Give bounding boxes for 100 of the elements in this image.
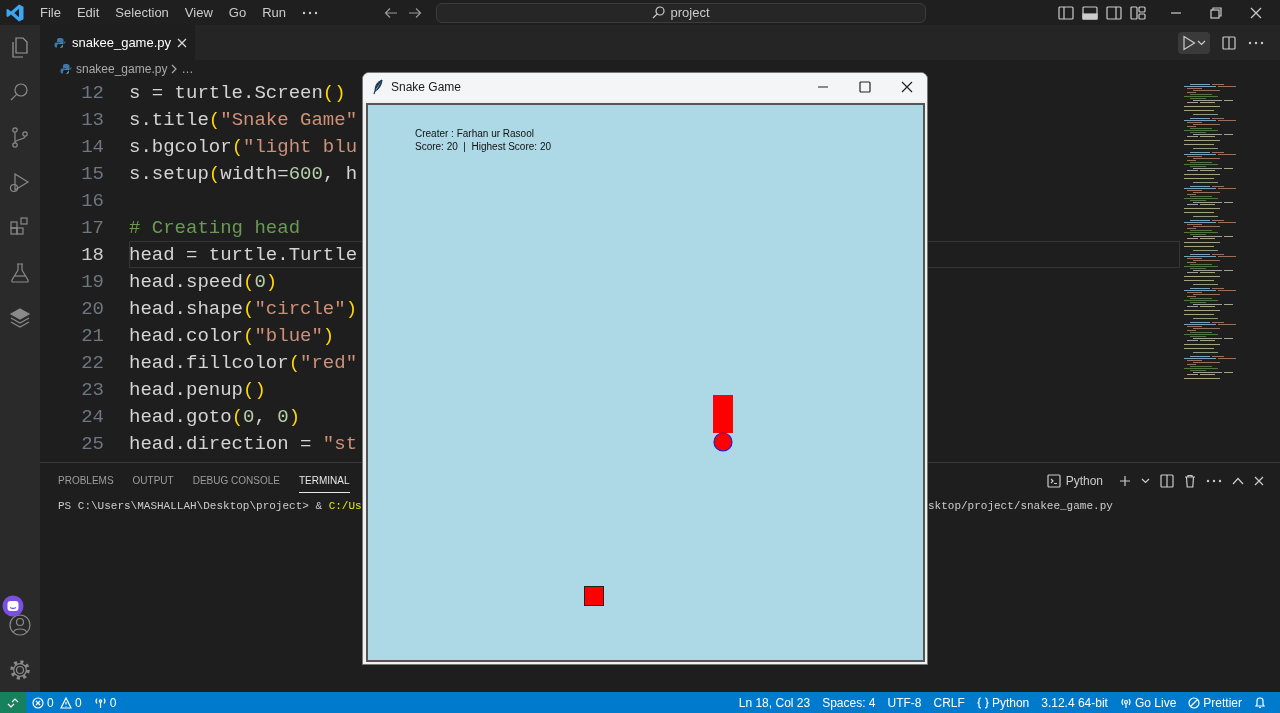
sidebar-toggle-icon[interactable] — [1058, 5, 1074, 20]
layout-grid-icon[interactable] — [1130, 5, 1146, 20]
vscode-logo-icon — [6, 3, 24, 22]
line-number: 18 — [80, 243, 104, 266]
secondary-sidebar-icon[interactable] — [1106, 5, 1122, 20]
panel-tab[interactable]: TERMINAL — [298, 468, 350, 493]
feather-icon — [373, 79, 383, 95]
trash-icon[interactable] — [1184, 473, 1196, 488]
panel-tab[interactable]: DEBUG CONSOLE — [192, 468, 280, 493]
more-icon[interactable] — [1248, 40, 1264, 45]
error-icon — [32, 696, 44, 709]
command-search-field[interactable]: project — [436, 2, 926, 23]
code-line: s.bgcolor("light blu — [129, 135, 358, 158]
status-item[interactable]: CRLF — [927, 695, 971, 710]
editor-tab[interactable]: snakee_game.py — [40, 25, 195, 60]
code-line: head.shape("circle") — [129, 297, 358, 320]
search-icon — [652, 6, 666, 19]
line-number: 17 — [80, 216, 104, 239]
line-number: 22 — [80, 351, 104, 374]
play-icon — [1182, 34, 1196, 51]
bell-icon — [1254, 696, 1266, 709]
status-item[interactable]: Prettier — [1182, 695, 1248, 710]
status-item[interactable]: UTF-8 — [881, 695, 928, 710]
menu-item[interactable]: Run — [254, 5, 294, 20]
panel-tab[interactable]: PROBLEMS — [58, 468, 114, 493]
line-number: 24 — [80, 405, 104, 428]
chevron-right-icon — [171, 64, 178, 74]
line-number: 16 — [80, 189, 104, 212]
run-button[interactable] — [1178, 31, 1210, 54]
more-icon[interactable] — [302, 10, 318, 15]
warning-icon — [60, 696, 72, 709]
flask-icon[interactable] — [8, 260, 32, 285]
line-number: 14 — [80, 135, 104, 158]
menu-item[interactable]: Go — [220, 5, 255, 20]
status-item[interactable]: 3.12.4 64-bit — [1035, 695, 1114, 710]
terminal-profile-button[interactable]: Python — [1040, 472, 1109, 489]
code-line: # Creating head — [129, 216, 301, 239]
status-item[interactable]: Python — [970, 695, 1036, 710]
code-line: head.goto(0, 0) — [129, 405, 301, 428]
code-line: head.color("blue") — [129, 324, 335, 347]
panel-tab[interactable]: OUTPUT — [132, 468, 174, 493]
window-title: Snake Game — [391, 80, 462, 94]
code-line: head.direction = "st — [129, 432, 358, 455]
more-icon[interactable] — [1206, 478, 1222, 483]
caret-icon[interactable] — [1141, 477, 1150, 484]
remote-button[interactable] — [0, 692, 26, 713]
line-number: 23 — [80, 378, 104, 401]
line-number: 13 — [80, 108, 104, 131]
menu-item[interactable]: Edit — [68, 5, 108, 20]
antenna-icon — [93, 696, 107, 709]
line-number: 20 — [80, 297, 104, 320]
menu-item[interactable]: View — [176, 5, 221, 20]
close-icon[interactable] — [901, 81, 913, 93]
remote-icon — [7, 696, 19, 709]
food — [584, 586, 604, 606]
forward-arrow-icon[interactable] — [408, 6, 422, 19]
terminal-line: PS C:\Users\MASHALLAH\Desktop\project> & C:/Us — [58, 500, 362, 512]
line-number: 25 — [80, 432, 104, 455]
line-number: 12 — [80, 81, 104, 104]
terminal-line: sktop/project/snakee_game.py — [928, 500, 1113, 512]
problems-status[interactable]: 0 0 — [26, 695, 88, 710]
python-file-icon — [54, 36, 66, 49]
menu-item[interactable]: File — [32, 5, 69, 20]
plus-icon[interactable] — [1119, 474, 1131, 487]
code-line: head.speed(0) — [129, 270, 278, 293]
snake-body — [713, 395, 733, 433]
breadcrumb-item[interactable]: snakee_game.py — [76, 62, 168, 76]
breadcrumb-item[interactable]: … — [181, 62, 194, 76]
line-number: 15 — [80, 162, 104, 185]
creator-text: Creater : Farhan ur Rasool — [415, 127, 535, 140]
menu-item[interactable]: Selection — [107, 5, 177, 20]
python-file-icon — [60, 63, 72, 75]
code-line: s = turtle.Screen() — [129, 81, 346, 104]
split-editor-icon[interactable] — [1222, 35, 1236, 50]
braces-icon — [976, 696, 989, 709]
snake-head — [713, 432, 733, 452]
code-line: s.title("Snake Game" — [129, 108, 358, 131]
back-arrow-icon[interactable] — [384, 6, 398, 19]
chevron-up-icon[interactable] — [1232, 476, 1244, 485]
account-icon[interactable] — [8, 612, 32, 637]
restore-icon[interactable] — [1210, 6, 1222, 19]
settings-icon[interactable] — [8, 657, 32, 682]
blocked-icon — [1188, 696, 1201, 709]
panel-toggle-icon[interactable] — [1082, 5, 1098, 20]
line-number: 19 — [80, 270, 104, 293]
code-line: head = turtle.Turtle — [129, 243, 358, 266]
code-line: head.penup() — [129, 378, 266, 401]
status-item[interactable]: Spaces: 4 — [816, 695, 882, 710]
caret-icon — [1197, 39, 1206, 46]
code-line: s.setup(width=600, h — [129, 162, 358, 185]
maximize-icon[interactable] — [859, 81, 871, 93]
broadcast-icon — [1119, 696, 1132, 709]
score-text: Score: 20 | Highest Score: 20 — [415, 140, 552, 153]
split-terminal-icon[interactable] — [1160, 473, 1174, 488]
code-line: head.fillcolor("red" — [129, 351, 358, 374]
status-item[interactable]: Ln 18, Col 23 — [732, 695, 817, 710]
status-item[interactable]: Go Live — [1113, 695, 1183, 710]
ports-status[interactable]: 0 — [87, 695, 123, 710]
chat-bot-icon[interactable] — [2, 595, 24, 617]
line-number: 21 — [80, 324, 104, 347]
